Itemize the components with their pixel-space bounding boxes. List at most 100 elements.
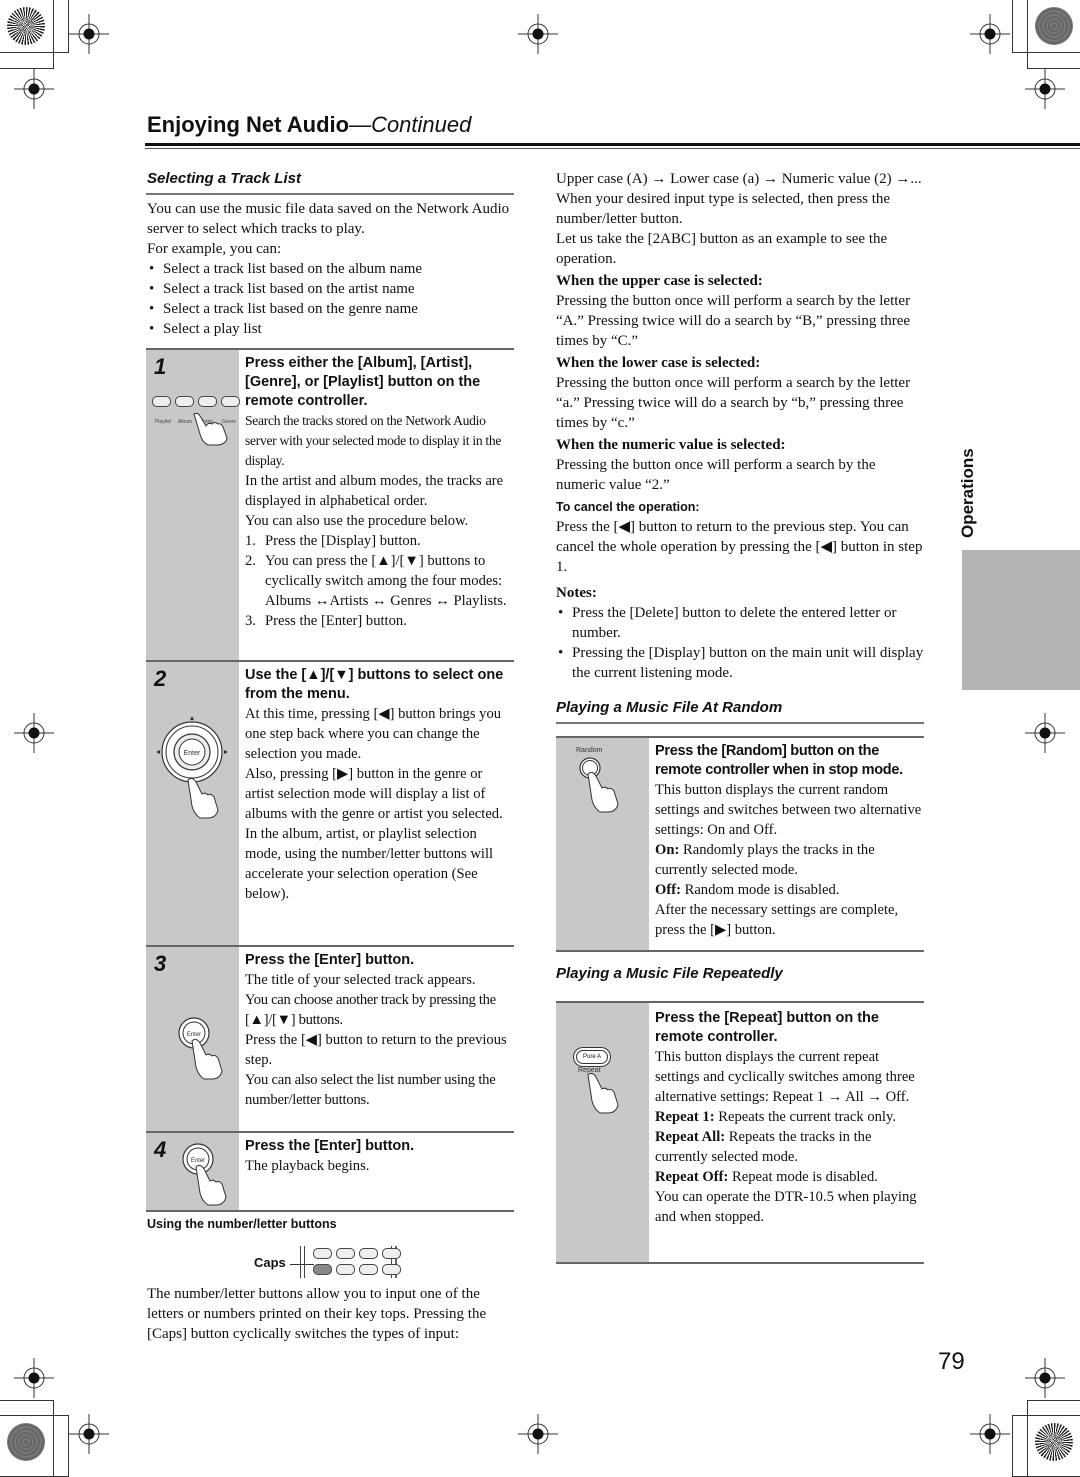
side-tab-label: Operations [958, 420, 998, 540]
cancel-heading: To cancel the operation: [556, 500, 700, 514]
keypad-button-icon [336, 1264, 355, 1275]
registration-rings-icon [7, 1423, 45, 1461]
step-content: Use the [▲]/[▼] buttons to select one fr… [245, 666, 514, 904]
substep: 3. Press the [Enter] button. [245, 611, 514, 631]
step-heading: Press the [Enter] button. [245, 952, 415, 968]
note-item: Press the [Delete] button to delete the … [556, 603, 926, 643]
option-label: On: [655, 842, 680, 858]
step-paragraph: In the artist and album modes, the track… [245, 473, 504, 509]
caps-button-icon [313, 1264, 332, 1275]
step-content: Press the [Repeat] button on the remote … [655, 1009, 924, 1227]
title-rule-thin [145, 148, 1080, 149]
upper-case-heading: When the upper case is selected: [556, 273, 763, 289]
svg-text:Enter: Enter [187, 1032, 201, 1038]
option-label: Repeat 1: [655, 1109, 715, 1125]
step-2: 2 Enter Use the [▲]/[▼] buttons to selec… [146, 660, 514, 945]
step-content: Press the [Enter] button. The playback b… [245, 1137, 514, 1176]
random-on-option: On: Randomly plays the tracks in the cur… [655, 840, 924, 880]
svg-text:Enter: Enter [184, 750, 201, 757]
registration-crosshair-icon [970, 1414, 1010, 1454]
repeat-step: Pure A Repeat Press the [Repeat] button … [556, 1001, 924, 1264]
pressing-hand-icon [193, 412, 228, 446]
registration-crosshair-icon [1025, 1358, 1065, 1398]
step-paragraph: At this time, pressing [◀] button brings… [245, 706, 502, 762]
side-tab-marker [962, 550, 1080, 690]
notes-heading: Notes: [556, 585, 597, 601]
caps-label: Caps [254, 1255, 286, 1270]
keypad-button-icon [382, 1248, 401, 1259]
option-label: Repeat All: [655, 1129, 726, 1145]
step-number: 4 [154, 1137, 167, 1162]
keypad-button-icon [359, 1248, 378, 1259]
step-rule [146, 660, 514, 662]
substep: 2. You can press the [▲]/[▼] buttons to c… [245, 551, 514, 611]
substep: 1. Press the [Display] button. [245, 531, 514, 551]
numeric-heading: When the numeric value is selected: [556, 437, 786, 453]
repeat-1-option: Repeat 1: Repeats the current track only… [655, 1107, 924, 1127]
keypad-button-icon [359, 1264, 378, 1275]
step-number: 2 [154, 666, 167, 691]
cycle-text: Upper case (A) → Lower case (a) → Numeri… [556, 171, 922, 227]
random-step: Random Press the [Random] button on the … [556, 736, 924, 952]
step-rule [556, 1262, 924, 1264]
repeat-button-icon: Pure A [576, 1050, 608, 1064]
step-paragraph: You can also select the list number usin… [245, 1072, 496, 1108]
repeat-button-face-label: Pure A [582, 1054, 601, 1060]
remote-button-label: Playlist [155, 419, 171, 425]
selecting-intro: You can use the music file data saved on… [147, 199, 515, 339]
step-rule [556, 1001, 924, 1003]
step-content: Press either the [Album], [Artist], [Gen… [245, 354, 514, 631]
numeric-text: Pressing the button once will perform a … [556, 457, 876, 493]
enter-dial-icon: Enter [156, 716, 228, 819]
step-heading: Press the [Repeat] button on the remote … [655, 1010, 879, 1045]
step-paragraph: You can choose another track by pressing… [245, 992, 496, 1028]
substep-number: 3. [245, 613, 256, 629]
step-paragraph: Search the tracks stored on the Network … [245, 413, 502, 468]
registration-crosshair-icon [1025, 69, 1065, 109]
registration-crosshair-icon [518, 14, 558, 54]
intro-paragraph: You can use the music file data saved on… [147, 201, 510, 237]
page-title: Enjoying Net Audio—Continued [147, 112, 471, 138]
enter-button-press-icon: Enter [182, 1143, 227, 1206]
page-number: 79 [938, 1348, 965, 1375]
side-tab-text: Operations [958, 448, 977, 538]
keypad-button-icon [313, 1248, 332, 1259]
step-content: Press the [Enter] button. The title of y… [245, 951, 514, 1110]
input-type-explanation: Upper case (A) → Lower case (a) → Numeri… [556, 169, 926, 683]
caps-keypad-illustration: Caps [254, 1244, 404, 1280]
step-paragraph: Also, pressing [▶] button in the genre o… [245, 766, 503, 822]
step-heading: Press the [Enter] button. [245, 1138, 415, 1154]
keypad-button-icon [336, 1248, 355, 1259]
pressing-hand-icon [587, 1072, 619, 1114]
remote-button-icon [152, 396, 171, 407]
step-1: 1 Playlist Album Artist Genre Press either … [146, 348, 514, 660]
random-after-text: After the necessary settings are complet… [655, 902, 899, 938]
step-paragraph: You can also use the procedure below. [245, 513, 469, 529]
intro-example: For example, you can: [147, 241, 282, 257]
registration-crosshair-icon [69, 14, 109, 54]
step-rule [146, 945, 514, 947]
option-text: Repeat mode is disabled. [728, 1169, 878, 1185]
registration-starburst-icon [1035, 1423, 1073, 1461]
option-text: Randomly plays the tracks in the current… [655, 842, 875, 878]
repeat-operate-text: You can operate the DTR-10.5 when playin… [655, 1189, 917, 1225]
repeat-description: This button displays the current repeat … [655, 1049, 915, 1105]
registration-crosshair-icon [69, 1414, 109, 1454]
option-text: Random mode is disabled. [680, 882, 840, 898]
step-paragraph: The playback begins. [245, 1158, 370, 1174]
repeat-all-option: Repeat All: Repeats the tracks in the cu… [655, 1127, 924, 1167]
step-number: 3 [154, 951, 167, 976]
keypad-bottom-row [313, 1262, 405, 1280]
repeat-off-option: Repeat Off: Repeat mode is disabled. [655, 1167, 924, 1187]
registration-crosshair-icon [970, 14, 1010, 54]
list-item: Select a track list based on the genre n… [147, 299, 515, 319]
step-rule [556, 950, 924, 952]
option-text: Repeats the current track only. [714, 1109, 896, 1125]
substep-number: 2. [245, 553, 256, 569]
note-item: Pressing the [Display] button on the mai… [556, 643, 926, 683]
random-description: This button displays the current random … [655, 782, 922, 838]
list-item: Select a track list based on the album n… [147, 259, 515, 279]
keypad-divider [300, 1246, 301, 1278]
registration-crosshair-icon [14, 713, 54, 753]
selecting-bullet-list: Select a track list based on the album n… [147, 259, 515, 339]
